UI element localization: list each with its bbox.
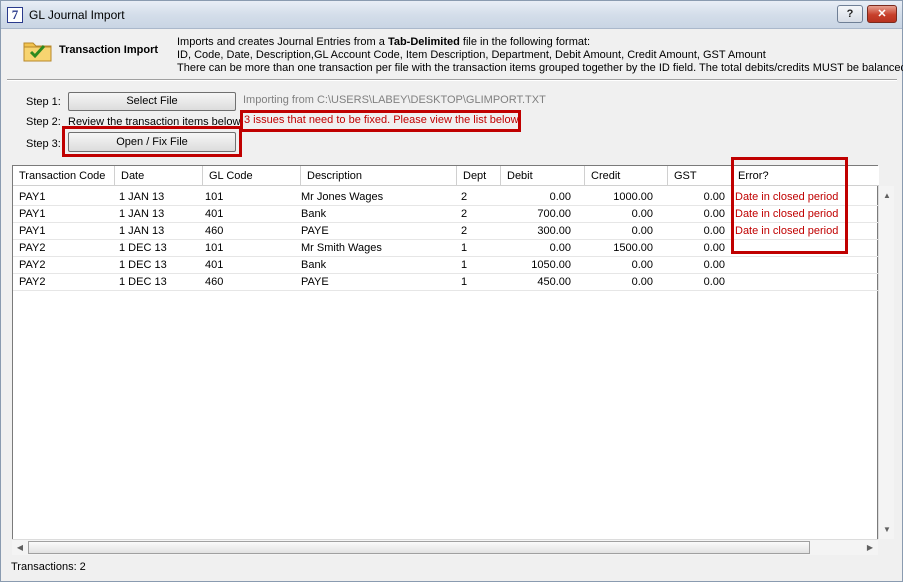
cell-debit: 300.00 [537, 225, 571, 237]
col-credit[interactable]: Credit [585, 166, 668, 186]
cell-description: Mr Smith Wages [301, 242, 382, 254]
header-separator [7, 79, 897, 81]
table-row[interactable]: PAY2 1 DEC 13 460 PAYE 1 450.00 0.00 0.0… [13, 274, 879, 291]
cell-gl-code: 401 [205, 208, 224, 220]
cell-dept: 1 [461, 242, 468, 254]
cell-code: PAY1 [19, 225, 46, 237]
cell-code: PAY1 [19, 208, 46, 220]
seven-app-icon: 7 [7, 7, 23, 23]
col-date[interactable]: Date [115, 166, 203, 186]
col-gst[interactable]: GST [668, 166, 732, 186]
cell-date: 1 DEC 13 [119, 259, 167, 271]
col-debit[interactable]: Debit [501, 166, 585, 186]
cell-gl-code: 460 [205, 276, 224, 288]
help-button[interactable]: ? [837, 5, 863, 23]
cell-dept: 2 [461, 208, 468, 220]
cell-description: Bank [301, 259, 327, 271]
horizontal-scrollbar[interactable]: ◀ ▶ [12, 539, 878, 555]
cell-code: PAY2 [19, 276, 46, 288]
cell-gst: 0.00 [703, 242, 725, 254]
cell-dept: 2 [461, 225, 468, 237]
open-fix-highlight-box [62, 126, 242, 157]
step3-label: Step 3: [26, 138, 61, 150]
horizontal-scroll-thumb[interactable] [28, 541, 810, 554]
scroll-down-icon[interactable]: ▼ [879, 522, 895, 538]
cell-debit: 700.00 [537, 208, 571, 220]
folder-check-icon [23, 42, 52, 62]
cell-description: Bank [301, 208, 327, 220]
close-button[interactable]: ✕ [867, 5, 897, 23]
cell-date: 1 JAN 13 [119, 225, 165, 237]
cell-debit: 450.00 [537, 276, 571, 288]
step2-label: Step 2: [26, 116, 61, 128]
cell-dept: 1 [461, 276, 468, 288]
cell-credit: 0.00 [631, 276, 653, 288]
col-description[interactable]: Description [301, 166, 457, 186]
cell-debit: 1050.00 [531, 259, 571, 271]
cell-date: 1 DEC 13 [119, 276, 167, 288]
cell-gst: 0.00 [703, 225, 725, 237]
cell-credit: 1000.00 [613, 191, 653, 203]
select-file-button[interactable]: Select File [68, 92, 236, 111]
col-gl-code[interactable]: GL Code [203, 166, 301, 186]
gl-journal-import-window: 7 GL Journal Import ? ✕ Transaction Impo… [0, 0, 903, 582]
desc-line1-post: file in the following format: [459, 36, 591, 48]
step1-label: Step 1: [26, 96, 61, 108]
cell-code: PAY1 [19, 191, 46, 203]
cell-description: Mr Jones Wages [301, 191, 384, 203]
scrollbar-corner [878, 539, 894, 555]
window-title: GL Journal Import [29, 8, 125, 22]
issue-highlight-box [240, 110, 521, 132]
cell-credit: 1500.00 [613, 242, 653, 254]
error-column-highlight-box [731, 157, 848, 254]
cell-gst: 0.00 [703, 276, 725, 288]
header-title: Transaction Import [59, 44, 159, 56]
vertical-scrollbar[interactable]: ▲ ▼ [878, 186, 894, 539]
import-path-text: Importing from C:\USERS\LABEY\DESKTOP\GL… [243, 94, 546, 106]
cell-date: 1 DEC 13 [119, 242, 167, 254]
cell-credit: 0.00 [631, 225, 653, 237]
cell-date: 1 JAN 13 [119, 191, 165, 203]
cell-debit: 0.00 [549, 242, 571, 254]
desc-line3: There can be more than one transaction p… [177, 62, 903, 74]
title-bar[interactable]: 7 GL Journal Import ? ✕ [1, 1, 902, 29]
cell-gl-code: 460 [205, 225, 224, 237]
cell-dept: 1 [461, 259, 468, 271]
cell-credit: 0.00 [631, 208, 653, 220]
cell-gl-code: 101 [205, 242, 224, 254]
cell-dept: 2 [461, 191, 468, 203]
table-row[interactable]: PAY2 1 DEC 13 401 Bank 1 1050.00 0.00 0.… [13, 257, 879, 274]
col-transaction-code[interactable]: Transaction Code [13, 166, 115, 186]
cell-code: PAY2 [19, 242, 46, 254]
desc-line1-bold: Tab-Delimited [387, 36, 460, 48]
cell-gl-code: 101 [205, 191, 224, 203]
cell-gst: 0.00 [703, 259, 725, 271]
cell-gst: 0.00 [703, 208, 725, 220]
scroll-right-icon[interactable]: ▶ [862, 540, 878, 556]
desc-line2: ID, Code, Date, Description,GL Account C… [177, 49, 766, 61]
cell-description: PAYE [301, 225, 329, 237]
scroll-left-icon[interactable]: ◀ [12, 540, 28, 556]
cell-date: 1 JAN 13 [119, 208, 165, 220]
status-transactions: Transactions: 2 [11, 561, 86, 573]
cell-code: PAY2 [19, 259, 46, 271]
cell-credit: 0.00 [631, 259, 653, 271]
cell-gl-code: 401 [205, 259, 224, 271]
desc-line1-pre: Imports and creates Journal Entries from… [177, 36, 388, 48]
col-dept[interactable]: Dept [457, 166, 501, 186]
cell-debit: 0.00 [549, 191, 571, 203]
cell-description: PAYE [301, 276, 329, 288]
scroll-up-icon[interactable]: ▲ [879, 188, 895, 204]
cell-gst: 0.00 [703, 191, 725, 203]
header-description: Imports and creates Journal Entries from… [177, 36, 903, 75]
